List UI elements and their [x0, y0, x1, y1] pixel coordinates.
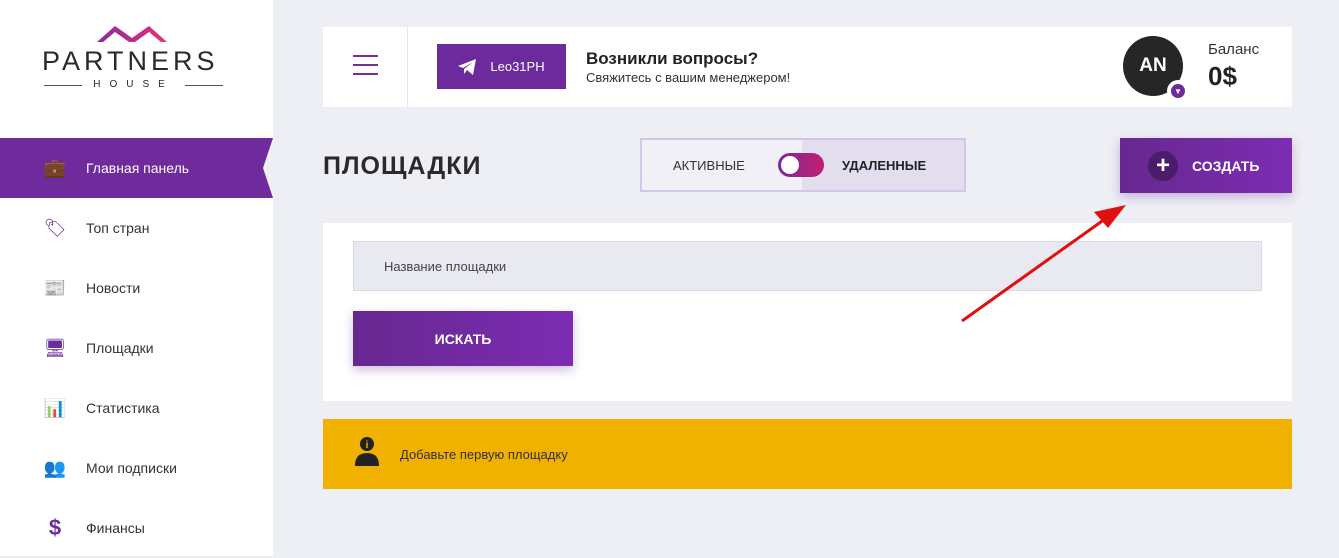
help-title: Возникли вопросы?: [586, 49, 759, 68]
notice-text: Добавьте первую площадку: [400, 446, 568, 462]
switch-label-active[interactable]: АКТИВНЫЕ: [673, 158, 745, 173]
bar-chart-icon: 📊: [43, 397, 67, 418]
telegram-manager-button[interactable]: Leo31PH: [437, 44, 566, 89]
divider: [407, 27, 408, 107]
search-button[interactable]: ИСКАТЬ: [353, 311, 573, 366]
users-icon: 👥: [43, 457, 67, 478]
telegram-icon: [458, 58, 477, 75]
balance-value: 0$: [1208, 61, 1237, 91]
search-card: Название площадки ИСКАТЬ: [323, 223, 1292, 401]
create-label: СОЗДАТЬ: [1192, 157, 1260, 174]
sidebar-item-news[interactable]: 📰 Новости: [0, 258, 273, 318]
tag-icon: 🏷: [43, 217, 67, 238]
menu-icon[interactable]: [353, 55, 378, 82]
sidebar-item-label: Главная панель: [86, 160, 190, 176]
briefcase-icon: 💼: [43, 157, 67, 178]
telegram-username: Leo31PH: [490, 59, 545, 74]
monitor-icon: 🖥: [43, 337, 67, 358]
sidebar-item-label: Новости: [86, 280, 141, 296]
search-label: ИСКАТЬ: [434, 330, 492, 347]
input-placeholder: Название площадки: [384, 258, 507, 274]
sidebar-item-statistics[interactable]: 📊 Статистика: [0, 378, 273, 438]
sidebar-item-top-countries[interactable]: 🏷 Топ стран: [0, 198, 273, 258]
avatar[interactable]: AN ▼: [1123, 36, 1189, 102]
help-subtitle: Свяжитесь с вашим менеджером!: [586, 70, 791, 85]
sidebar: PARTNERS HOUSE 💼 Главная панель 🏷 Топ стра…: [0, 0, 273, 556]
logo[interactable]: PARTNERS HOUSE: [42, 24, 227, 94]
chevron-down-icon[interactable]: ▼: [1167, 80, 1189, 102]
plus-icon: +: [1148, 150, 1178, 181]
dollar-icon: $: [48, 515, 62, 540]
site-name-input[interactable]: Название площадки: [353, 241, 1262, 291]
top-bar: Leo31PH Возникли вопросы? Свяжитесь с ва…: [323, 27, 1292, 107]
logo-wordmark: PARTNERS: [42, 46, 219, 76]
sidebar-item-subscriptions[interactable]: 👥 Мои подписки: [0, 438, 273, 498]
sidebar-item-label: Статистика: [86, 400, 160, 416]
info-notice: i Добавьте первую площадку: [323, 419, 1292, 489]
sidebar-item-finance[interactable]: $ Финансы: [0, 498, 273, 558]
sidebar-item-label: Финансы: [86, 520, 145, 536]
avatar-initials: AN: [1139, 55, 1167, 76]
logo-subtitle: HOUSE: [42, 79, 225, 90]
sidebar-item-label: Площадки: [86, 340, 154, 356]
create-button[interactable]: + СОЗДАТЬ: [1120, 138, 1292, 193]
svg-text:i: i: [366, 440, 369, 451]
help-block: Возникли вопросы? Свяжитесь с вашим мене…: [586, 49, 790, 87]
switch-label-deleted[interactable]: УДАЛЕННЫЕ: [842, 158, 926, 173]
sidebar-item-label: Мои подписки: [86, 460, 177, 476]
info-person-icon: i: [353, 436, 381, 472]
status-switch[interactable]: АКТИВНЫЕ УДАЛЕННЫЕ: [640, 138, 966, 192]
balance: Баланс 0$: [1208, 41, 1259, 92]
page-title: ПЛОЩАДКИ: [323, 152, 482, 180]
toggle[interactable]: [778, 153, 824, 177]
sidebar-item-label: Топ стран: [86, 220, 150, 236]
sidebar-nav: 💼 Главная панель 🏷 Топ стран 📰 Новости 🖥 Пло…: [0, 138, 273, 558]
sidebar-item-sites[interactable]: 🖥 Площадки: [0, 318, 273, 378]
logo-roof-icon: [97, 26, 167, 42]
sidebar-item-dashboard[interactable]: 💼 Главная панель: [0, 138, 273, 198]
newspaper-icon: 📰: [43, 277, 67, 298]
balance-label: Баланс: [1208, 41, 1260, 58]
